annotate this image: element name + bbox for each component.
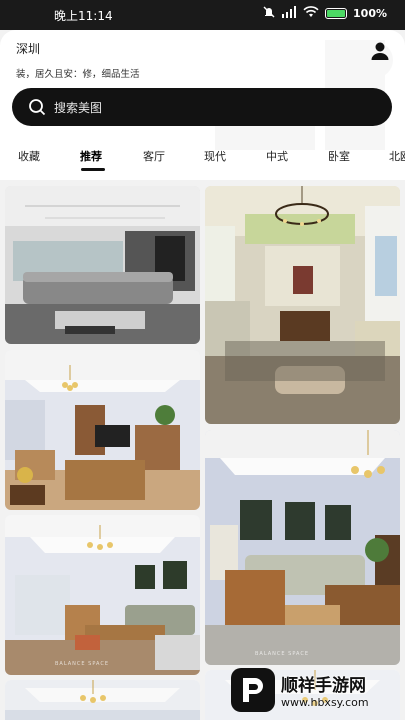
interior-photo	[205, 430, 400, 665]
image-card[interactable]: BALANCE SPACE	[205, 430, 400, 665]
watermark-title: 顺祥手游网	[281, 676, 366, 696]
wifi-icon	[303, 6, 319, 21]
status-icons: 100%	[263, 6, 387, 21]
slogan: 装，居久且安：修，细品生活	[16, 69, 140, 80]
battery-icon	[325, 8, 348, 19]
tab-bedroom[interactable]: 卧室	[328, 148, 350, 164]
image-card[interactable]	[5, 680, 200, 720]
status-time: 晚上11:14	[54, 9, 113, 23]
interior-photo	[5, 680, 200, 720]
header: 深圳 装，居久且安：修，细品生活 搜索美图 收藏 推荐 客厅 现代 中式 卧室 …	[0, 30, 405, 180]
tab-chinese-style[interactable]: 中式	[266, 148, 288, 164]
tab-nordic[interactable]: 北欧	[389, 148, 405, 164]
tab-favorites[interactable]: 收藏	[18, 148, 40, 164]
interior-photo	[5, 515, 200, 675]
interior-photo	[205, 186, 400, 424]
image-card[interactable]	[5, 186, 200, 344]
watermark-url: www.hbxsy.com	[281, 696, 369, 709]
user-icon[interactable]	[369, 40, 391, 62]
search-placeholder: 搜索美图	[54, 100, 103, 115]
image-card[interactable]	[5, 350, 200, 510]
site-logo-icon	[231, 668, 275, 712]
signal-icon	[281, 6, 297, 21]
interior-photo	[5, 350, 200, 510]
brand-logo: BALANCE SPACE	[255, 651, 310, 657]
brand-logo: BALANCE SPACE	[55, 661, 110, 667]
mute-icon	[263, 6, 275, 21]
status-bar: 晚上11:14 100%	[0, 0, 405, 30]
tab-modern[interactable]: 现代	[204, 148, 226, 164]
search-icon	[29, 99, 46, 116]
tab-recommended[interactable]: 推荐	[80, 148, 102, 164]
tab-living-room[interactable]: 客厅	[143, 148, 165, 164]
interior-photo	[5, 186, 200, 344]
battery-percent: 100%	[353, 7, 387, 20]
image-card[interactable]: BALANCE SPACE	[5, 515, 200, 675]
active-tab-indicator	[81, 168, 105, 171]
image-grid: BALANCE SPACE BALANCE SPACE 顺祥手游网 www.hb…	[0, 180, 405, 720]
category-tabs: 收藏 推荐 客厅 现代 中式 卧室 北欧	[0, 140, 405, 176]
image-card[interactable]	[205, 186, 400, 424]
city-selector[interactable]: 深圳	[16, 40, 40, 57]
site-watermark: 顺祥手游网 www.hbxsy.com	[231, 664, 401, 716]
search-input[interactable]: 搜索美图	[12, 88, 392, 126]
